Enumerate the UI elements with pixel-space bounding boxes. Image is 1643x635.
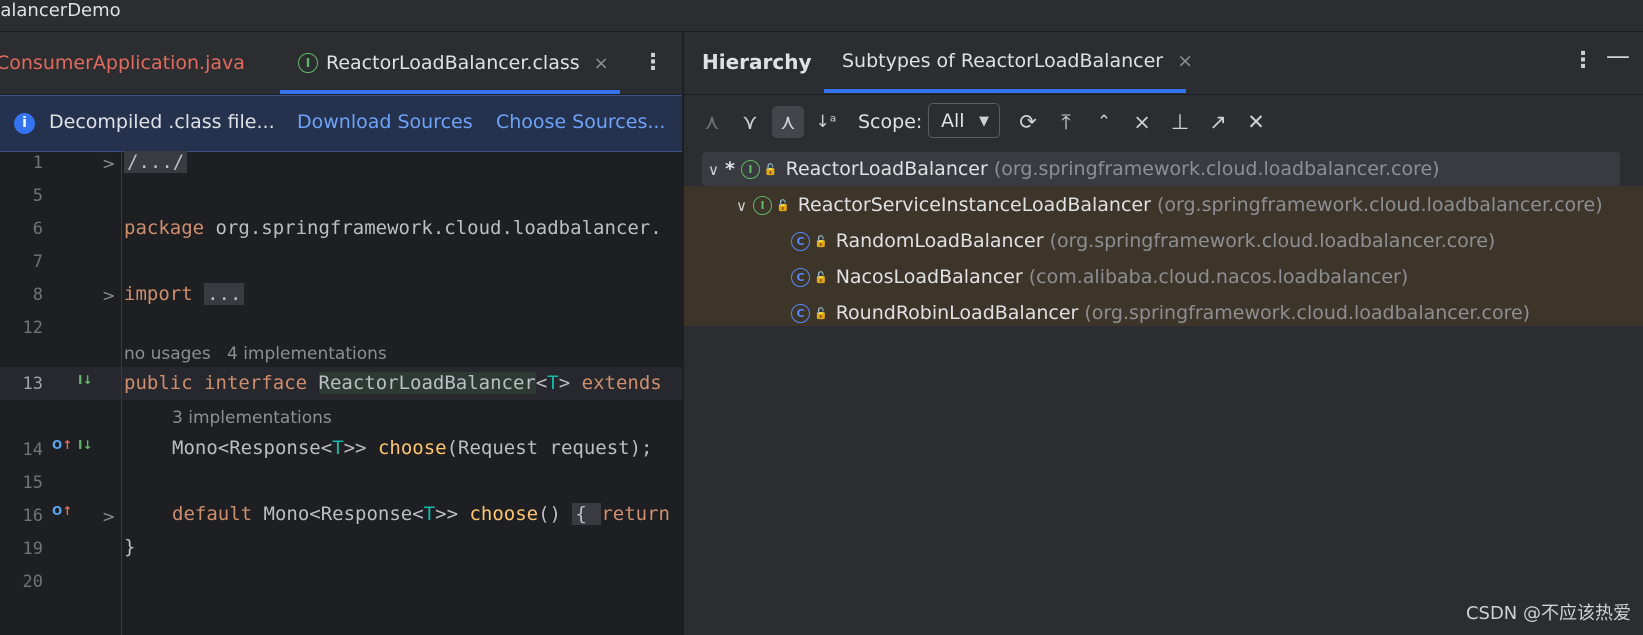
type-hierarchy-icon[interactable]: ⋎ <box>734 106 766 138</box>
pin-tab-icon[interactable]: ⊥ <box>1164 106 1196 138</box>
download-sources-link[interactable]: Download Sources <box>297 111 473 133</box>
chevron-down-icon[interactable]: ∨ <box>736 197 747 215</box>
lock-icon: 🔓 <box>775 199 790 212</box>
tree-node-random-load-balancer[interactable]: C 🔓 RandomLoadBalancer (org.springframewor… <box>791 223 1495 259</box>
lock-icon: 🔓 <box>763 163 778 176</box>
close-icon[interactable]: ✕ <box>1240 106 1272 138</box>
code-line-19[interactable]: } <box>124 536 135 558</box>
class-icon: C <box>791 268 810 287</box>
implementations-hint[interactable]: 3 implementations <box>172 408 332 428</box>
choose-sources-link[interactable]: Choose Sources... <box>496 111 665 133</box>
class-icon: C <box>791 304 810 323</box>
line-number: 15 <box>22 473 43 493</box>
tab-subtypes[interactable]: Subtypes of ReactorLoadBalancer × <box>842 50 1193 72</box>
scope-label: Scope: <box>858 111 923 133</box>
minimize-icon[interactable]: — <box>1606 42 1630 70</box>
gutter-divider <box>121 151 122 635</box>
implemented-gutter-icon[interactable]: I↓ <box>78 373 93 387</box>
info-icon: i <box>14 113 35 134</box>
tree-node-reactor-load-balancer[interactable]: ∨ * I 🔓 ReactorLoadBalancer (org.springframe… <box>708 151 1440 187</box>
line-number: 13 <box>22 374 43 394</box>
fold-chevron-icon[interactable]: > <box>102 154 115 173</box>
tab-consumer-application[interactable]: ConsumerApplication.java <box>0 52 245 74</box>
line-number: 12 <box>22 318 43 338</box>
subtypes-hierarchy-icon[interactable]: ⋏ <box>772 106 804 138</box>
chevron-down-icon: ▼ <box>979 114 989 129</box>
code-line-8[interactable]: import ... <box>124 283 245 305</box>
hierarchy-toolbar: ⋏ ⋎ ⋏ ↓ᵃ Scope: All ▼ ⟳ ⤒ ⌃ ⨯ ⊥ ↗ ✕ <box>684 94 1643 150</box>
lock-icon: 🔓 <box>814 307 828 320</box>
implemented-gutter-icon[interactable]: I↓ <box>78 438 93 452</box>
interface-icon: I <box>752 196 772 215</box>
base-on-this-class-icon[interactable]: ⤒ <box>1050 106 1082 138</box>
tree-node-nacos-load-balancer[interactable]: C 🔓 NacosLoadBalancer (com.alibaba.cloud.n… <box>791 259 1408 295</box>
line-number: 5 <box>32 186 43 206</box>
project-name: BalancerDemo <box>0 0 121 21</box>
code-line-14[interactable]: Mono<Response<T>> choose(Request request… <box>172 437 652 459</box>
banner-text: Decompiled .class file... <box>49 111 275 133</box>
active-tab-indicator <box>824 89 1186 93</box>
class-icon: C <box>791 232 810 251</box>
panel-title: Hierarchy <box>702 50 812 74</box>
line-number: 7 <box>32 252 43 272</box>
tab-reactor-load-balancer[interactable]: I ReactorLoadBalancer.class × <box>298 52 609 74</box>
chevron-down-icon[interactable]: ∨ <box>708 161 719 179</box>
overrides-gutter-icon[interactable]: O↑ <box>52 504 72 518</box>
line-number: 8 <box>32 285 43 305</box>
line-number: 19 <box>22 539 43 559</box>
watermark: CSDN @不应该热爱 <box>1465 603 1631 624</box>
line-number: 16 <box>22 506 43 526</box>
tree-node-reactor-service-instance-load-balancer[interactable]: ∨ I 🔓 ReactorServiceInstanceLoadBalancer (o… <box>736 187 1603 223</box>
code-line-1[interactable]: /.../ <box>124 151 188 173</box>
scope-dropdown[interactable]: All ▼ <box>928 103 1000 138</box>
refresh-icon[interactable]: ⟳ <box>1012 106 1044 138</box>
line-number: 1 <box>32 153 43 173</box>
editor-tabs: ConsumerApplication.java I ReactorLoadBal… <box>0 32 682 94</box>
code-line-13[interactable]: public interface ReactorLoadBalancer<T> … <box>124 372 662 394</box>
title-bar: BalancerDemo <box>0 0 1643 32</box>
line-number: 14 <box>22 440 43 460</box>
line-number: 6 <box>32 219 43 239</box>
expand-all-icon[interactable]: ⌃ <box>1088 106 1120 138</box>
collapse-all-icon[interactable]: ⨯ <box>1126 106 1158 138</box>
active-tab-indicator <box>280 90 620 94</box>
fold-chevron-icon[interactable]: > <box>102 286 115 305</box>
interface-icon: I <box>740 160 760 179</box>
hierarchy-tree[interactable]: ∨ * I 🔓 ReactorLoadBalancer (org.springframe… <box>684 150 1643 362</box>
sort-alphabetically-icon[interactable]: ↓ᵃ <box>810 106 842 138</box>
open-in-new-window-icon[interactable]: ↗ <box>1202 106 1234 138</box>
code-line-6[interactable]: package org.springframework.cloud.loadba… <box>124 217 662 239</box>
usages-hint[interactable]: no usages 4 implementations <box>124 344 387 364</box>
supertypes-hierarchy-icon[interactable]: ⋏ <box>696 106 728 138</box>
tree-node-round-robin-load-balancer[interactable]: C 🔓 RoundRobinLoadBalancer (org.springfram… <box>791 295 1530 331</box>
interface-icon: I <box>298 53 318 73</box>
more-tabs-icon[interactable]: ⋮ <box>642 50 664 75</box>
lock-icon: 🔓 <box>814 271 828 284</box>
decompiled-banner: i Decompiled .class file... Download Sou… <box>0 95 682 152</box>
editor-pane[interactable]: ConsumerApplication.java I ReactorLoadBal… <box>0 32 682 635</box>
close-tab-icon[interactable]: × <box>594 53 609 74</box>
code-line-16[interactable]: default Mono<Response<T>> choose() { ret… <box>172 503 670 525</box>
line-number: 20 <box>22 572 43 592</box>
more-options-icon[interactable]: ⋮ <box>1572 48 1594 73</box>
lock-icon: 🔓 <box>814 235 828 248</box>
close-tab-icon[interactable]: × <box>1177 50 1193 72</box>
hierarchy-panel: Hierarchy Subtypes of ReactorLoadBalance… <box>683 32 1643 635</box>
overrides-gutter-icon[interactable]: O↑ <box>52 438 72 452</box>
fold-chevron-icon[interactable]: > <box>102 507 115 526</box>
